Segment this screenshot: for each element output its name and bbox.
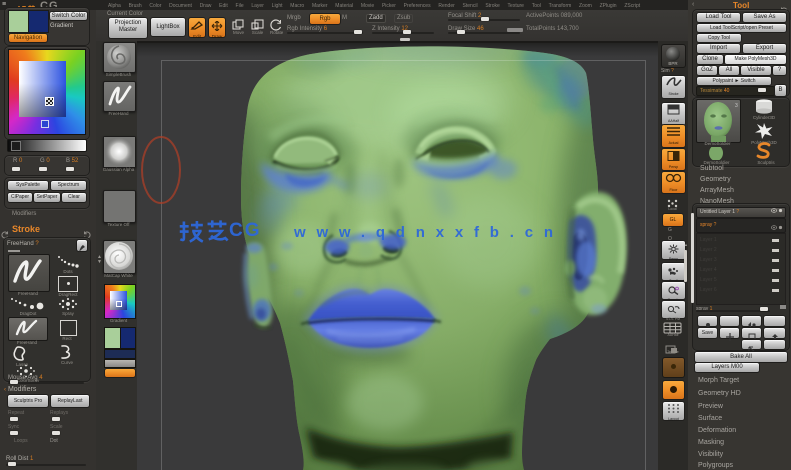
svg-text:BPR: BPR xyxy=(668,61,678,66)
svg-text:3: 3 xyxy=(735,103,738,109)
